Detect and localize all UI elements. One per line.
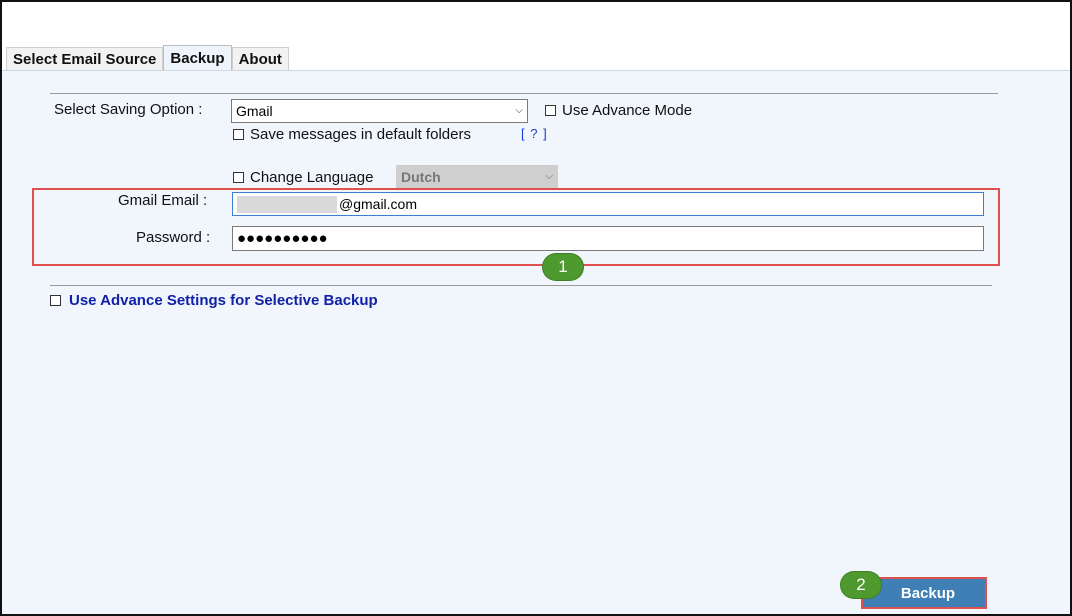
help-link[interactable]: [ ? ] xyxy=(521,126,548,141)
saving-option-label: Select Saving Option : xyxy=(54,101,203,118)
step-badge-2: 2 xyxy=(841,572,881,598)
password-label: Password : xyxy=(136,229,211,246)
advance-mode-checkbox[interactable]: Use Advance Mode xyxy=(545,102,692,119)
checkbox-box xyxy=(233,129,244,140)
default-folders-label: Save messages in default folders xyxy=(250,126,471,143)
checkbox-box xyxy=(545,105,556,116)
chevron-down-icon: ⌵ xyxy=(545,170,553,182)
advance-settings-checkbox[interactable]: Use Advance Settings for Selective Backu… xyxy=(50,292,378,309)
password-mask: ●●●●●●●●●● xyxy=(237,230,328,247)
change-language-checkbox[interactable]: Change Language xyxy=(233,169,373,186)
saving-option-value: Gmail xyxy=(236,103,273,119)
language-value: Dutch xyxy=(401,169,441,185)
tab-about[interactable]: About xyxy=(231,47,289,71)
backup-panel xyxy=(2,71,1070,614)
advance-mode-label: Use Advance Mode xyxy=(562,102,693,119)
chevron-down-icon: ⌵ xyxy=(515,104,523,116)
step-badge-1: 1 xyxy=(543,254,583,280)
top-band xyxy=(2,2,1070,44)
default-folders-checkbox[interactable]: Save messages in default folders xyxy=(233,126,471,143)
checkbox-box xyxy=(233,172,244,183)
section-rule-top xyxy=(50,93,998,94)
saving-option-select[interactable]: Gmail ⌵ xyxy=(231,99,528,123)
section-rule-bottom xyxy=(50,285,992,286)
change-language-label: Change Language xyxy=(250,169,374,186)
tab-strip: Select Email Source Backup About xyxy=(6,45,289,71)
tab-select-email-source[interactable]: Select Email Source xyxy=(6,47,164,71)
email-suffix: @gmail.com xyxy=(339,196,418,212)
advance-settings-label: Use Advance Settings for Selective Backu… xyxy=(69,292,378,309)
gmail-email-input[interactable]: @gmail.com xyxy=(232,192,984,216)
checkbox-box xyxy=(50,295,61,306)
password-input[interactable]: ●●●●●●●●●● xyxy=(232,226,984,251)
language-select: Dutch ⌵ xyxy=(396,165,558,189)
app-window: Select Email Source Backup About Select … xyxy=(0,0,1072,616)
blurred-username xyxy=(237,195,337,213)
gmail-email-label: Gmail Email : xyxy=(118,192,208,209)
tab-backup[interactable]: Backup xyxy=(163,45,232,71)
